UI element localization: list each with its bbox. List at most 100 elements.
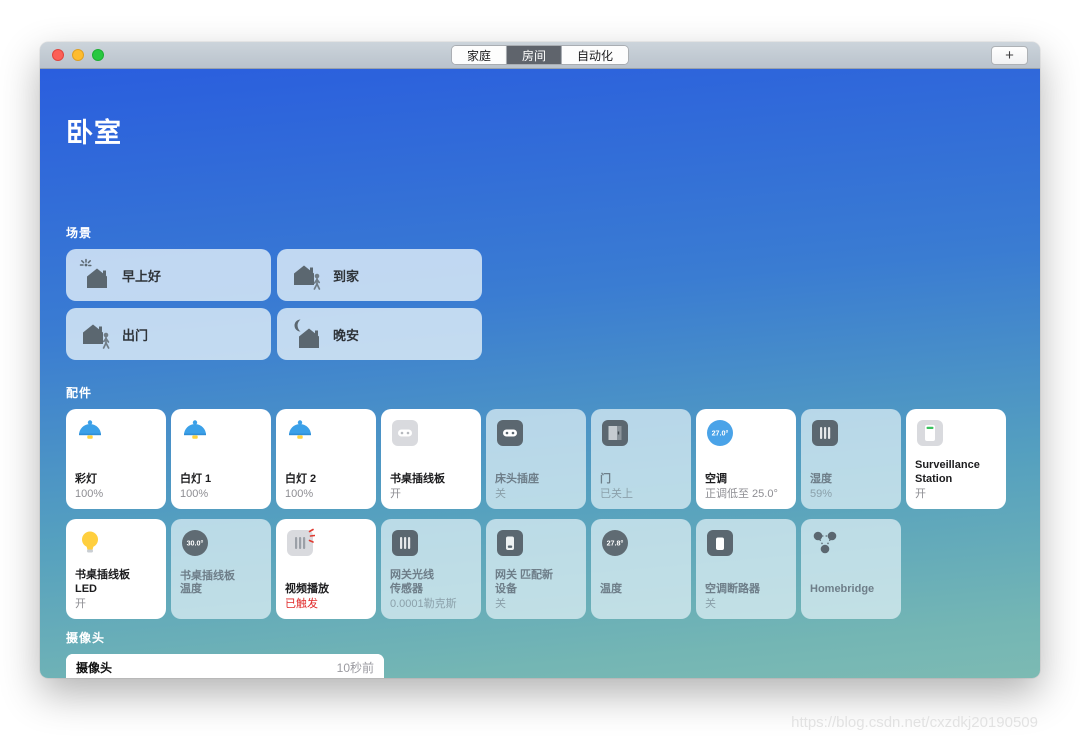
app-window: 家庭房间自动化 + 卧室 场景 早上好 到家 出门晚安 配件 彩灯100%	[40, 42, 1040, 678]
tab-automation[interactable]: 自动化	[561, 46, 628, 64]
accessory-name: Homebridge	[810, 583, 892, 597]
accessory-tile[interactable]: 书桌插线板 LED开	[66, 519, 166, 619]
video-alert-icon	[285, 528, 315, 558]
tile-text: 温度	[600, 583, 682, 611]
accessory-name: 白灯 2	[285, 473, 367, 487]
accessory-name: 书桌插线板 温度	[180, 570, 262, 598]
accessory-row-2: 书桌插线板 LED开 30.0° 书桌插线板 温度 视频播放已触发网关光线 传感器…	[66, 519, 1014, 619]
tile-text: Surveillance Station开	[915, 459, 997, 501]
accessory-status: 关	[705, 598, 787, 611]
accessory-name: 空调断路器	[705, 583, 787, 597]
accessory-tile[interactable]: 27.8° 温度	[591, 519, 691, 619]
accessory-tile[interactable]: 视频播放已触发	[276, 519, 376, 619]
accessory-tile[interactable]: 彩灯100%	[66, 409, 166, 509]
accessory-tile[interactable]: 白灯 2100%	[276, 409, 376, 509]
page: 家庭房间自动化 + 卧室 场景 早上好 到家 出门晚安 配件 彩灯100%	[0, 0, 1080, 746]
accessory-tile[interactable]: 空调断路器关	[696, 519, 796, 619]
accessory-tile[interactable]: 书桌插线板开	[381, 409, 481, 509]
page-title: 卧室	[66, 111, 1014, 150]
house-night-icon	[289, 317, 323, 351]
tile-text: 空调断路器关	[705, 583, 787, 611]
svg-text:27.0°: 27.0°	[712, 429, 729, 438]
accessory-status: 100%	[180, 488, 262, 501]
tile-text: Homebridge	[810, 583, 892, 611]
accessory-name: 温度	[600, 583, 682, 597]
door-icon	[600, 418, 630, 448]
accessory-row-1: 彩灯100% 白灯 1100% 白灯 2100% 书桌插线板开 床头插座关	[66, 409, 1014, 509]
scene-card[interactable]: 到家	[277, 249, 482, 301]
accessory-name: 网关 匹配新 设备	[495, 569, 577, 597]
tile-text: 书桌插线板开	[390, 473, 472, 501]
accessory-status: 已关上	[600, 488, 682, 501]
accessory-tile[interactable]: 白灯 1100%	[171, 409, 271, 509]
accessory-tile[interactable]: Homebridge	[801, 519, 901, 619]
accessory-status: 开	[915, 488, 997, 501]
accessory-status: 已触发	[285, 598, 367, 611]
accessory-name: 书桌插线板	[390, 473, 472, 487]
tile-text: 门已关上	[600, 473, 682, 501]
minimize-button[interactable]	[72, 49, 84, 61]
temp-badge-icon: 27.8°	[600, 528, 630, 558]
accessory-tile[interactable]: 门已关上	[591, 409, 691, 509]
accessory-status	[810, 598, 892, 611]
tile-text: 湿度59%	[810, 473, 892, 501]
switch-icon	[705, 528, 735, 558]
zoom-button[interactable]	[92, 49, 104, 61]
accessory-name: 床头插座	[495, 473, 577, 487]
bulb-icon	[75, 528, 105, 558]
tile-text: 书桌插线板 温度	[180, 570, 262, 612]
scene-card[interactable]: 早上好	[66, 249, 271, 301]
tab-bar: 家庭房间自动化	[451, 45, 629, 65]
accessory-status: 开	[390, 488, 472, 501]
accessory-tile[interactable]: 30.0° 书桌插线板 温度	[171, 519, 271, 619]
close-button[interactable]	[52, 49, 64, 61]
accessory-tile[interactable]: 网关 匹配新 设备关	[486, 519, 586, 619]
accessory-status: 正调低至 25.0°	[705, 488, 787, 501]
house-arrive-icon	[289, 258, 323, 292]
tab-home[interactable]: 家庭	[452, 46, 506, 64]
tile-text: 视频播放已触发	[285, 583, 367, 611]
tile-text: 网关 匹配新 设备关	[495, 569, 577, 611]
tile-text: 网关光线 传感器0.0001勒克斯	[390, 569, 472, 611]
pendant-lamp-icon	[285, 418, 315, 448]
camera-card[interactable]: 摄像头 10秒前 2018-09-09 17:40:28	[66, 654, 384, 678]
tile-text: 白灯 2100%	[285, 473, 367, 501]
accessory-status	[180, 598, 262, 611]
accessory-name: 湿度	[810, 473, 892, 487]
camera-last-activity: 10秒前	[337, 659, 374, 676]
pendant-lamp-icon	[180, 418, 210, 448]
cameras-section-label: 摄像头	[66, 629, 1014, 646]
accessory-name: 网关光线 传感器	[390, 569, 472, 597]
add-button[interactable]: +	[991, 46, 1028, 65]
titlebar: 家庭房间自动化 +	[40, 42, 1040, 69]
accessory-tile[interactable]: 湿度59%	[801, 409, 901, 509]
tile-text: 彩灯100%	[75, 473, 157, 501]
tab-rooms[interactable]: 房间	[506, 46, 561, 64]
accessory-status: 0.0001勒克斯	[390, 598, 472, 611]
scene-card[interactable]: 出门	[66, 308, 271, 360]
accessory-status: 开	[75, 598, 157, 611]
accessory-status: 100%	[75, 488, 157, 501]
scene-name: 早上好	[122, 266, 161, 285]
accessory-status: 关	[495, 598, 577, 611]
grille-icon	[390, 528, 420, 558]
accessory-status: 100%	[285, 488, 367, 501]
camera-name: 摄像头	[76, 659, 112, 676]
outlet-icon	[495, 418, 525, 448]
accessory-name: Surveillance Station	[915, 459, 997, 487]
watermark: https://blog.csdn.net/cxzdkj20190509	[791, 714, 1038, 731]
room-content: 卧室 场景 早上好 到家 出门晚安 配件 彩灯100% 白	[40, 69, 1040, 678]
house-sunrise-icon	[78, 258, 112, 292]
accessories-section-label: 配件	[66, 384, 1014, 401]
accessory-tile[interactable]: 床头插座关	[486, 409, 586, 509]
accessory-tile[interactable]: 27.0°空调正调低至 25.0°	[696, 409, 796, 509]
camera-station-icon	[915, 418, 945, 448]
svg-text:30.0°: 30.0°	[187, 539, 204, 548]
accessory-tile[interactable]: 网关光线 传感器0.0001勒克斯	[381, 519, 481, 619]
accessory-tile[interactable]: Surveillance Station开	[906, 409, 1006, 509]
scene-card[interactable]: 晚安	[277, 308, 482, 360]
homebridge-icon	[810, 528, 840, 558]
pendant-lamp-icon	[75, 418, 105, 448]
scenes-section-label: 场景	[66, 224, 1014, 241]
accessory-status	[600, 598, 682, 611]
